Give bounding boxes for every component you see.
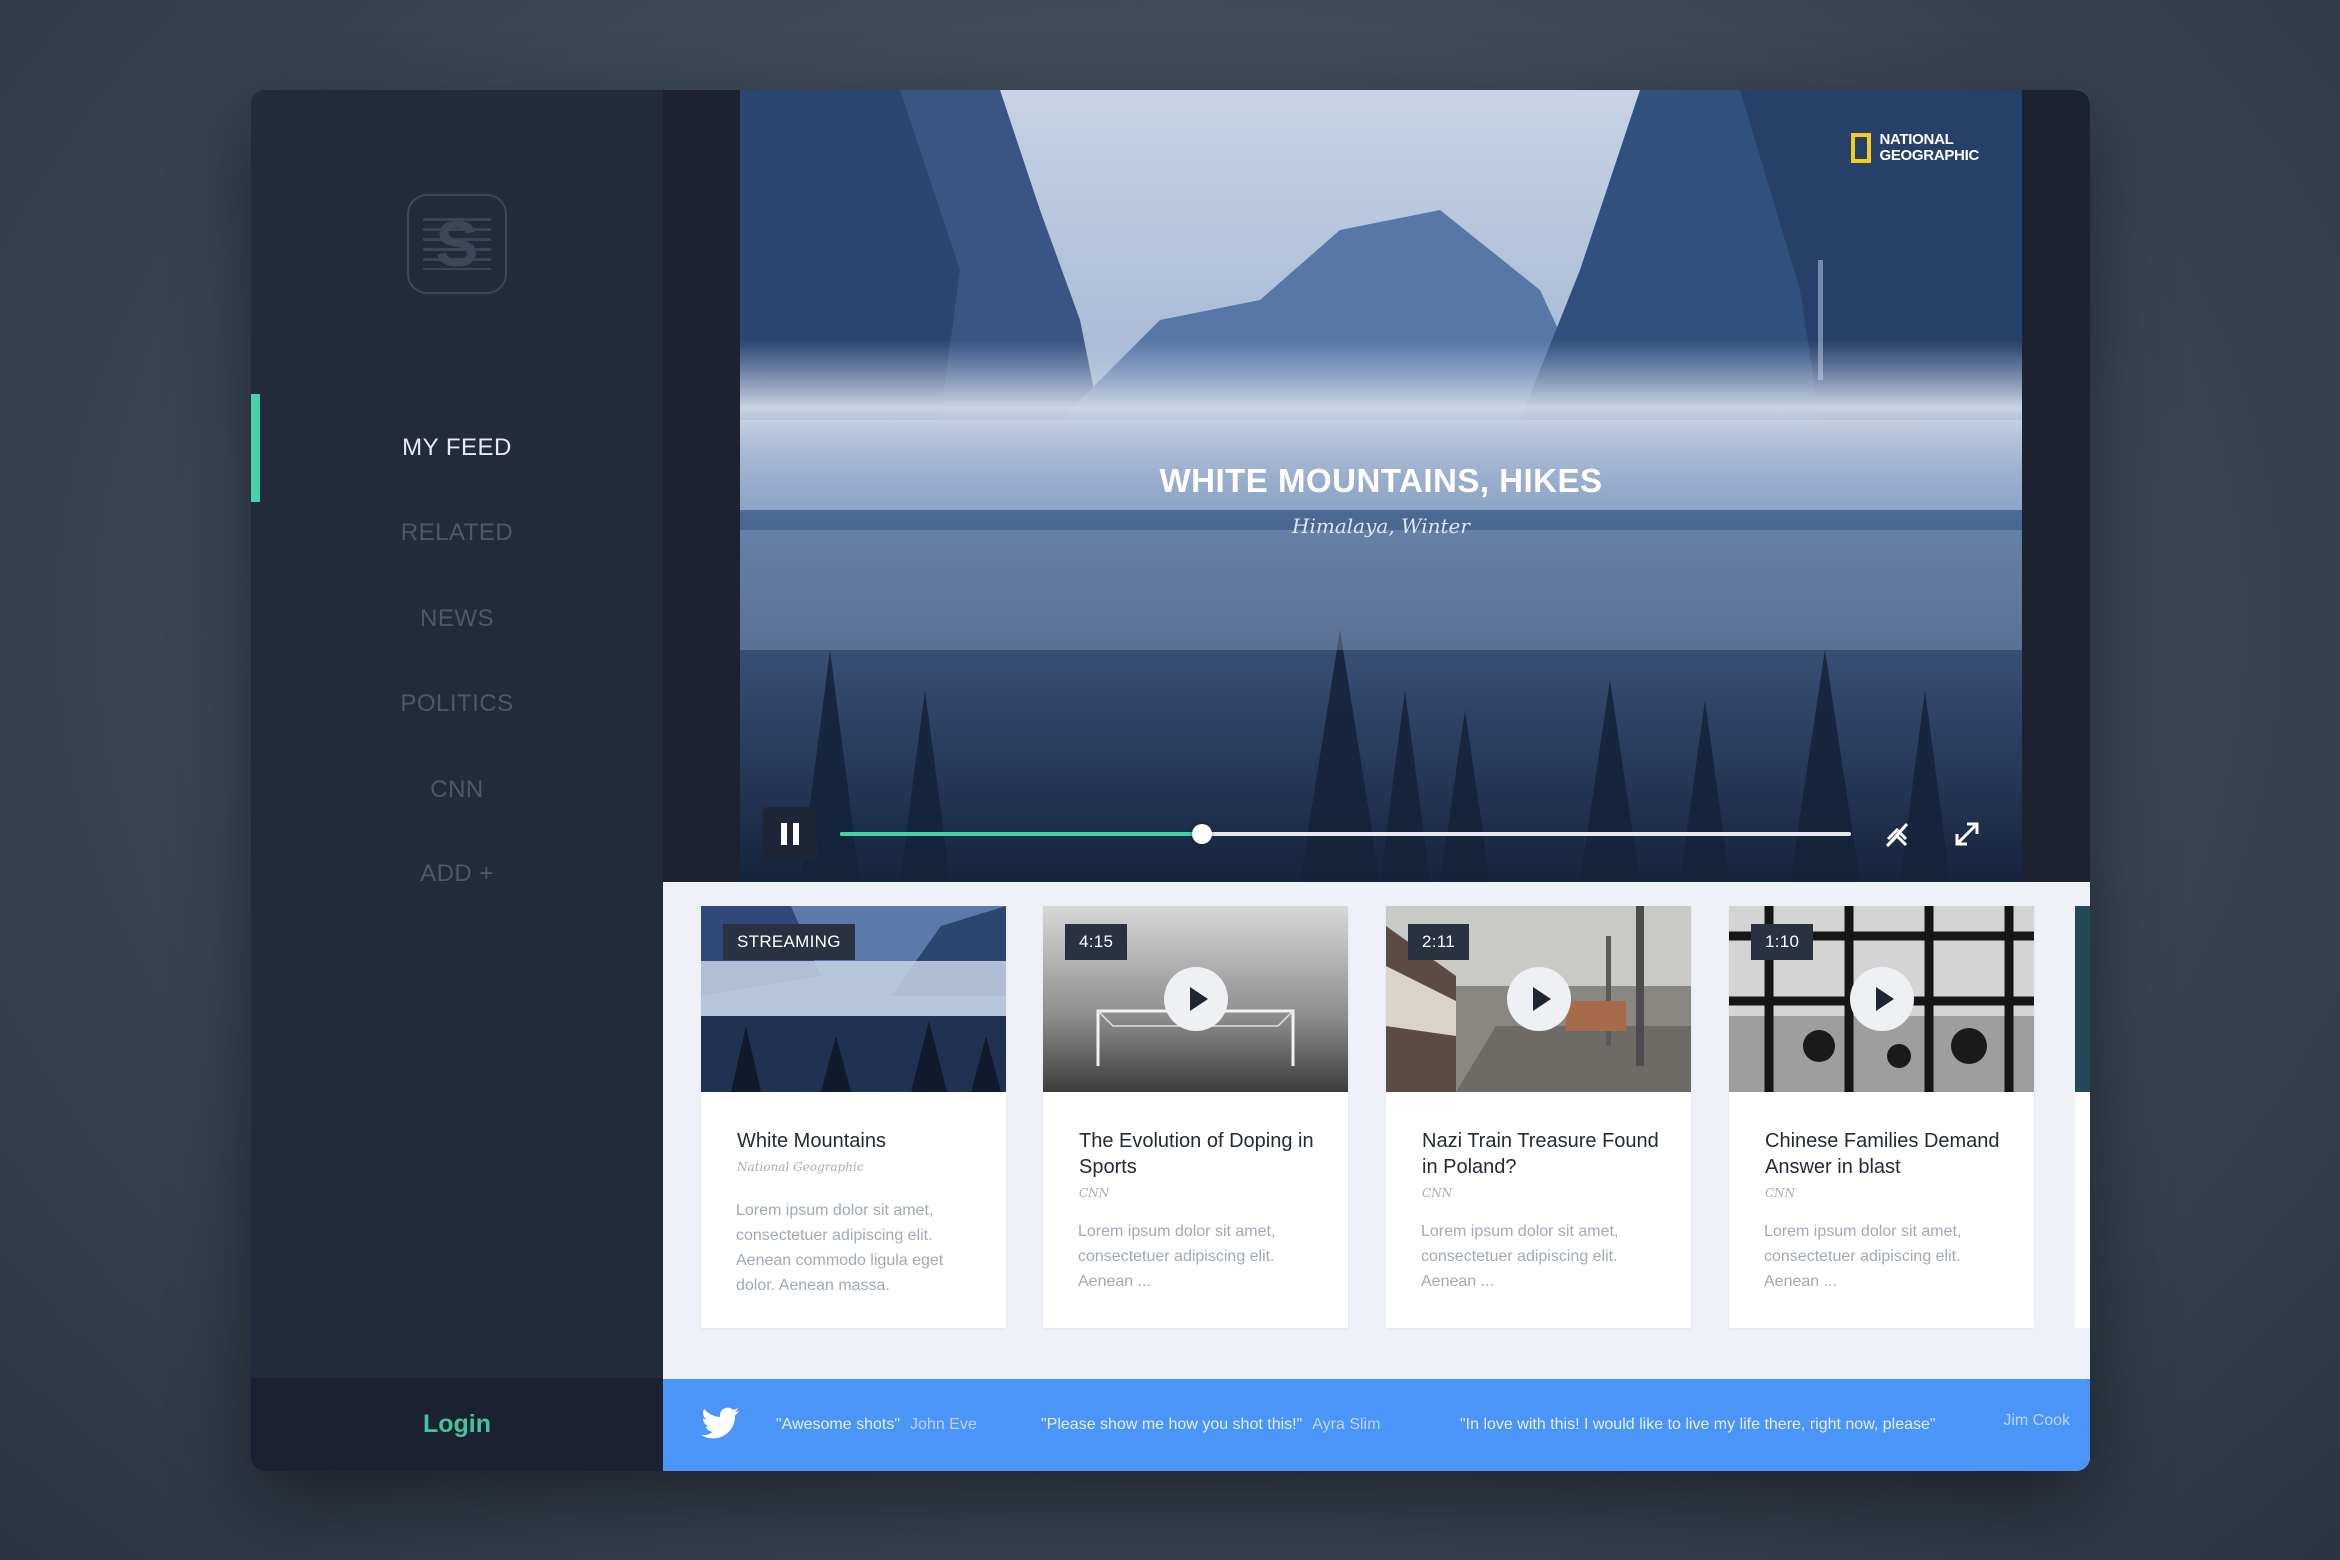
tweet-author: Ayra Slim	[1312, 1416, 1381, 1433]
sidebar-item-label: RELATED	[400, 519, 514, 546]
login-button[interactable]: Login	[251, 1378, 663, 1471]
card-source: CNN	[1765, 1186, 1796, 1200]
sidebar-item-label: NEWS	[420, 605, 494, 632]
tweet-text: "Awesome shots"	[776, 1416, 901, 1433]
video-card[interactable]: 1:10 Chinese Families Demand Answer in b…	[1729, 906, 2034, 1328]
sidebar: S MY FEED RELATED NEWS POLITICS CNN ADD …	[251, 90, 663, 1471]
card-title: Chinese Families Demand Answer in blast …	[1765, 1128, 2015, 1206]
card-description: Lorem ipsum dolor sit amet, consectetuer…	[1078, 1223, 1276, 1290]
duration-badge: 2:11	[1408, 924, 1470, 960]
video-card[interactable]: STREAMING White Mountains National Geogr…	[701, 906, 1006, 1328]
video-card-partial[interactable]	[2075, 906, 2090, 1328]
duration-badge: 1:10	[1751, 924, 1814, 960]
progress-fill	[840, 832, 1202, 836]
card-thumbnail[interactable]: 1:10	[1729, 906, 2034, 1092]
card-source: CNN	[1422, 1186, 1453, 1200]
tweet-item[interactable]: "Please show me how you shot this!" Ayra …	[1041, 1412, 1380, 1437]
tweet-item[interactable]: "Awesome shots" John Eve	[776, 1412, 977, 1437]
brand-line-1: NATIONAL	[1879, 131, 1954, 148]
logo-letter: S	[435, 208, 479, 280]
card-thumbnail[interactable]: 4:15	[1043, 906, 1348, 1092]
card-source: National Geographic	[737, 1160, 864, 1174]
brand-line-2: GEOGRAPHIC	[1879, 147, 1979, 164]
card-thumbnail[interactable]: STREAMING	[701, 906, 1006, 1092]
twitter-bird-icon[interactable]	[701, 1407, 739, 1439]
card-description: Lorem ipsum dolor sit amet, consectetuer…	[736, 1202, 944, 1294]
card-thumbnail[interactable]: 2:11	[1386, 906, 1691, 1092]
duration-badge: 4:15	[1065, 924, 1128, 960]
card-title: The Evolution of Doping in Sports CNN	[1079, 1128, 1329, 1206]
card-description: Lorem ipsum dolor sit amet, consectetuer…	[1764, 1223, 1962, 1290]
video-player[interactable]: NATIONAL GEOGRAPHIC WHITE MOUNTAINS, HIK…	[740, 90, 2022, 882]
card-title: White Mountains National Geographic	[737, 1128, 987, 1180]
play-icon[interactable]	[1849, 967, 1914, 1031]
yellow-border-icon	[1851, 133, 1872, 163]
sidebar-item-label: CNN	[430, 776, 484, 803]
sidebar-item-label: POLITICS	[400, 690, 514, 717]
play-icon[interactable]	[1163, 967, 1228, 1031]
fullscreen-icon[interactable]	[1949, 816, 1985, 852]
app-window: S MY FEED RELATED NEWS POLITICS CNN ADD …	[251, 90, 2090, 1471]
tweet-text: "In love with this! I would like to live…	[1460, 1416, 1936, 1433]
twitter-feed-bar: "Awesome shots" John Eve "Please show me …	[663, 1379, 2090, 1471]
video-title: WHITE MOUNTAINS, HIKES	[1159, 462, 1603, 499]
pause-button[interactable]	[763, 807, 817, 861]
tweet-author: Jim Cook	[2003, 1412, 2070, 1429]
streaming-badge: STREAMING	[723, 924, 855, 960]
tweet-item[interactable]: "In love with this! I would like to live…	[1460, 1412, 1940, 1437]
card-title: Nazi Train Treasure Found in Poland? CNN	[1422, 1128, 1672, 1206]
main-content: NATIONAL GEOGRAPHIC WHITE MOUNTAINS, HIK…	[663, 90, 2090, 1471]
progress-slider[interactable]	[840, 824, 1851, 844]
progress-handle[interactable]	[1191, 824, 1212, 844]
quality-icon[interactable]	[1879, 816, 1915, 852]
video-card[interactable]: 2:11 Nazi Train Treasure Found in Poland…	[1386, 906, 1691, 1328]
tweet-author: John Eve	[910, 1416, 977, 1433]
card-source: CNN	[1079, 1186, 1110, 1200]
video-card[interactable]: 4:15 The Evolution of Doping in Sports C…	[1043, 906, 1348, 1328]
card-description: Lorem ipsum dolor sit amet, consectetuer…	[1421, 1223, 1619, 1290]
video-subtitle: Himalaya, Winter	[1292, 514, 1470, 538]
video-player-frame: NATIONAL GEOGRAPHIC WHITE MOUNTAINS, HIK…	[663, 90, 2090, 882]
sidebar-item-add[interactable]: ADD +	[251, 820, 663, 928]
national-geographic-logo: NATIONAL GEOGRAPHIC	[1851, 132, 1979, 164]
sidebar-item-label: ADD +	[420, 860, 494, 887]
sidebar-item-label: MY FEED	[402, 434, 512, 461]
tweet-text: "Please show me how you shot this!"	[1041, 1416, 1303, 1433]
pause-icon	[781, 823, 787, 845]
play-icon[interactable]	[1506, 967, 1571, 1031]
app-logo[interactable]: S	[407, 194, 507, 294]
video-card-list: STREAMING White Mountains National Geogr…	[663, 882, 2090, 1379]
